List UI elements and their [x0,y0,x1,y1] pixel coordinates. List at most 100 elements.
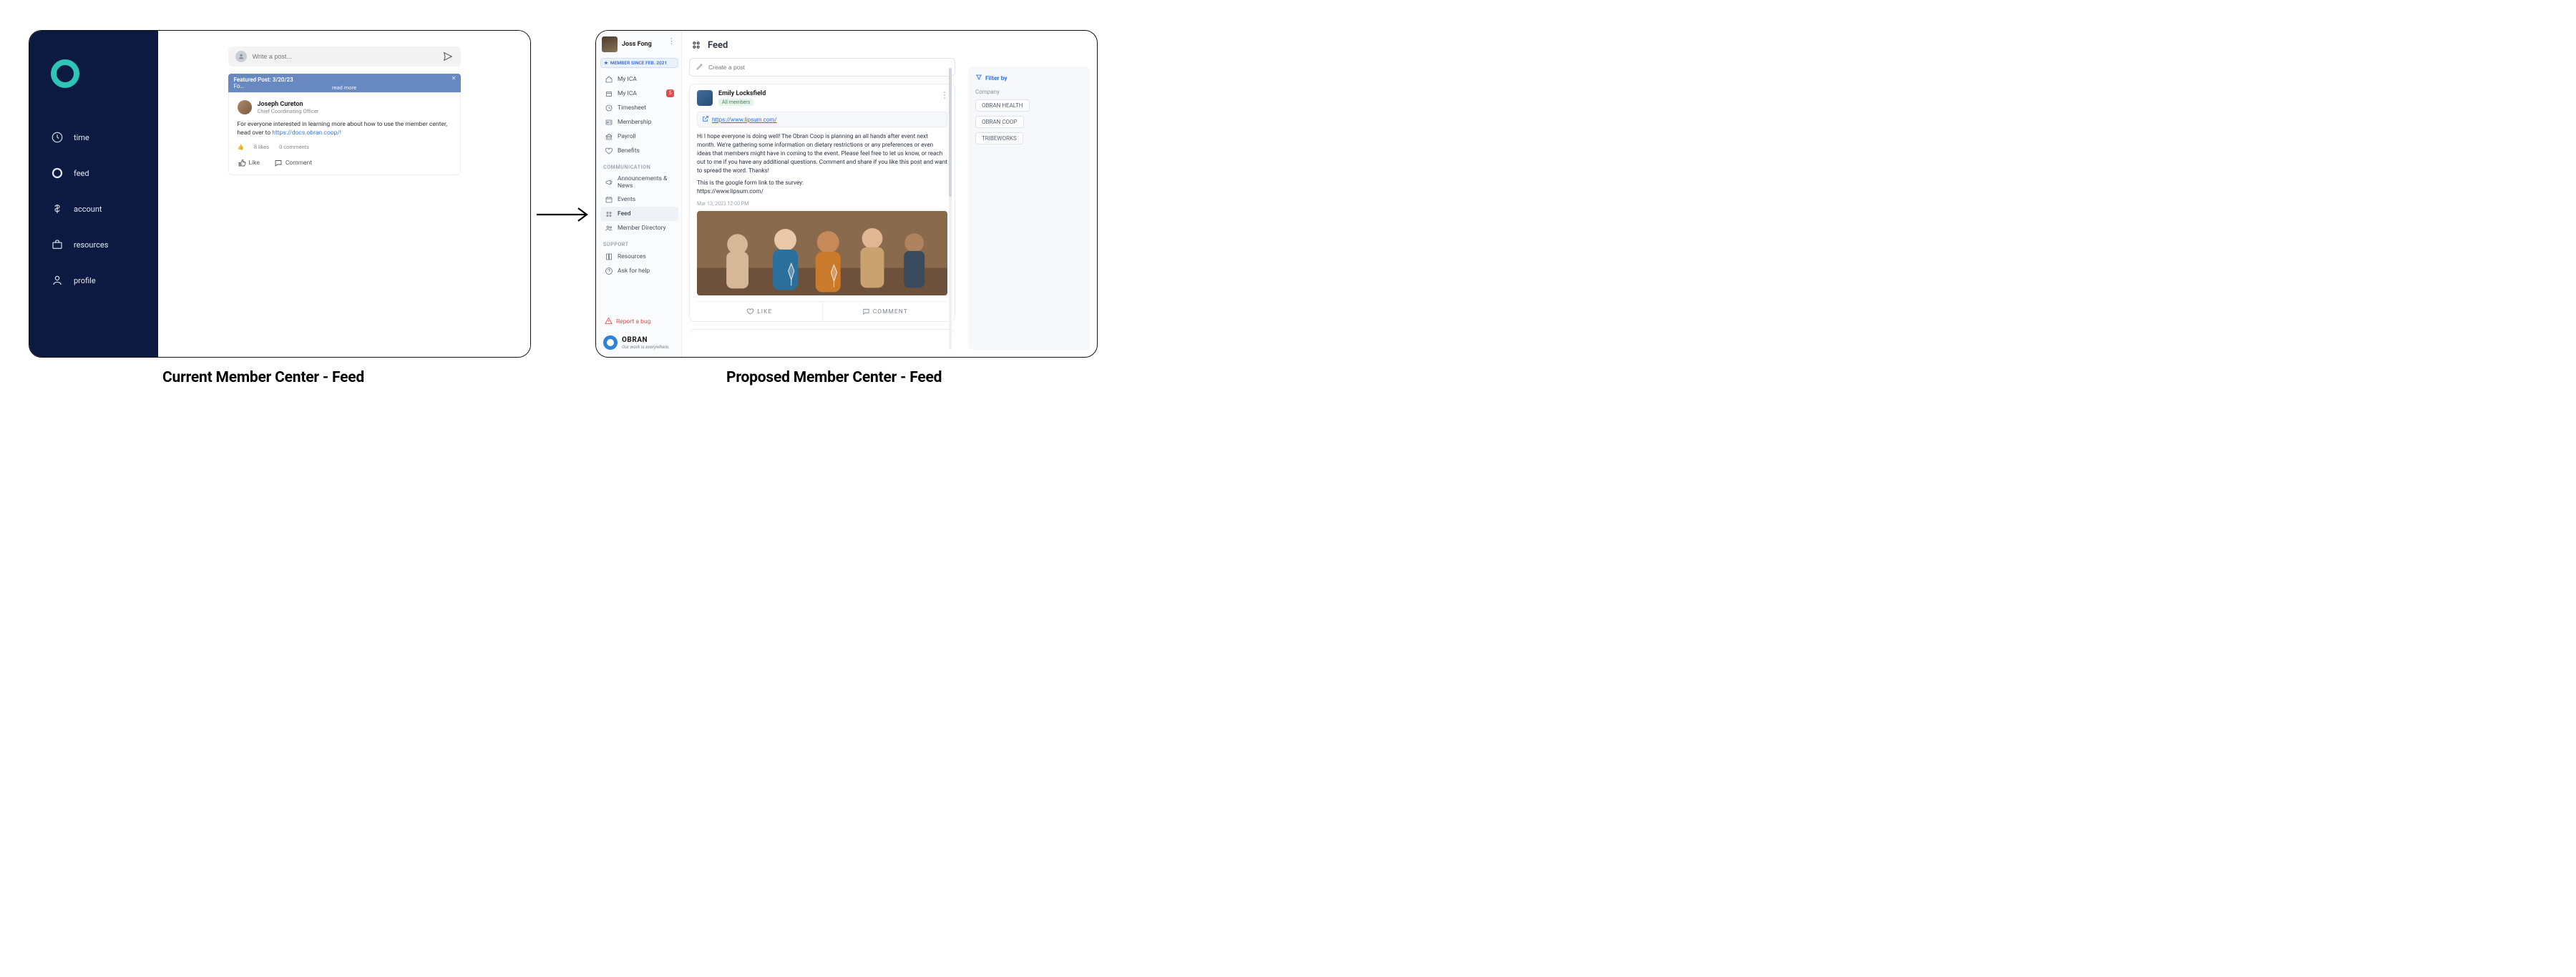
post-image[interactable] [697,211,947,295]
like-button[interactable]: LIKE [697,302,823,321]
nav-time[interactable]: time [51,131,158,144]
featured-banner[interactable]: Featured Post: 3/20/23 Fo... read more ✕ [228,74,461,92]
scrollbar-thumb[interactable] [949,68,952,197]
nav-member-directory[interactable]: Member Directory [600,221,678,235]
user-avatar [602,36,618,52]
book-icon [605,252,613,261]
post-card: Joseph Cureton Chief Coordinating Office… [228,92,461,175]
post-card: Emily Locksfield All members ⋮ https://w… [689,84,955,322]
comment-button[interactable]: COMMENT [823,302,948,321]
link-preview[interactable]: https://www.lipsum.com/ [697,112,947,127]
post-link[interactable]: https://docs.obran.coop/! [272,129,341,137]
nav-payroll[interactable]: Payroll [600,129,678,144]
close-icon[interactable]: ✕ [452,75,457,82]
clock-icon [605,104,613,112]
nav-label: feed [74,169,89,178]
briefcase-icon [51,238,64,251]
post-body: For everyone interested in learning more… [238,120,452,138]
nav-profile[interactable]: profile [51,274,158,287]
featured-title: Featured Post: 3/20/23 [234,77,455,83]
feed-icon [691,39,702,51]
nav-events[interactable]: Events [600,192,678,207]
box-icon [605,89,613,98]
brand-footer: OBRAN Our work is everywhere. [600,330,678,353]
nav-resources[interactable]: Resources [600,250,678,264]
compose-input[interactable] [253,53,436,60]
users-icon [605,224,613,232]
comments-count: 0 comments [279,144,309,150]
section-communication: COMMUNICATION [603,164,678,170]
user-name: Joss Fong [622,41,652,48]
nav-account[interactable]: account [51,202,158,215]
nav-announcements[interactable]: Announcements & News [600,172,678,192]
nav-feed[interactable]: feed [51,167,158,180]
circle-icon [51,167,64,180]
compose-box[interactable] [689,58,955,77]
sidebar-nav: My ICA My ICA 5 Timesheet Membership Pay… [600,72,678,308]
notification-badge: 5 [666,89,674,97]
nav-ask-help[interactable]: Ask for help [600,264,678,278]
nav-resources[interactable]: resources [51,238,158,251]
caption-proposed: Proposed Member Center - Feed [726,369,942,386]
bank-icon [605,132,613,141]
dollar-icon [51,202,64,215]
brand-tagline: Our work is everywhere. [622,344,670,350]
post-author[interactable]: Joseph Cureton [258,101,319,108]
proposed-sidebar: Joss Fong ⋮ ★ MEMBER SINCE FEB. 2021 My … [596,31,682,357]
nav-my-ica-2[interactable]: My ICA 5 [600,87,678,101]
report-bug-link[interactable]: Report a bug [600,314,678,330]
sidebar-user[interactable]: Joss Fong ⋮ [600,35,678,57]
obran-logo-icon [51,59,79,88]
read-more-link[interactable]: read more [332,84,356,91]
kebab-icon[interactable]: ⋮ [668,36,675,46]
section-support: SUPPORT [603,241,678,247]
filter-sidebar: Filter by Company OBRAN HEALTH OBRAN COO… [968,67,1090,350]
post-stats: 👍 8 likes 0 comments [238,144,452,150]
post-author[interactable]: Emily Locksfield [718,90,766,97]
filter-chip-obran-health[interactable]: OBRAN HEALTH [975,99,1030,112]
nav-membership[interactable]: Membership [600,115,678,129]
arrow-icon [535,204,592,225]
post-card: Emily Locksfield All members ⋮ https://w… [689,329,955,333]
calendar-icon [605,195,613,204]
nav-feed[interactable]: Feed [600,207,678,221]
filter-chip-obran-coop[interactable]: OBRAN COOP [975,116,1024,128]
pencil-icon [696,62,704,73]
current-member-center: time feed account resources profile [29,30,531,358]
post-body: Hi I hope everyone is doing well! The Ob… [697,133,947,197]
thumbs-up-icon: 👍 [238,144,244,150]
filter-chip-tribeworks[interactable]: TRIBEWORKS [975,132,1023,144]
nav-my-ica[interactable]: My ICA [600,72,678,87]
warning-icon [605,317,613,327]
user-icon [51,274,64,287]
external-link-icon [702,115,709,124]
like-button[interactable]: Like [238,159,260,167]
page-title: Feed [689,36,955,58]
post-author-role: Chief Coordinating Officer [258,108,319,114]
heart-icon [605,147,613,155]
send-icon[interactable] [442,51,454,62]
filter-group-company: Company [975,89,1083,95]
id-icon [605,118,613,127]
nav-timesheet[interactable]: Timesheet [600,101,678,115]
comment-button[interactable]: Comment [274,159,312,167]
author-avatar[interactable] [238,100,252,114]
post-timestamp: Mar 13, 2023 12:00 PM [697,201,947,207]
megaphone-icon [605,178,613,187]
filter-heading[interactable]: Filter by [975,74,1083,83]
feed-icon [605,210,613,218]
post-link[interactable]: https://www.lipsum.com/ [712,117,777,123]
compose-box[interactable] [228,46,461,67]
compose-input[interactable] [708,64,949,71]
nav-benefits[interactable]: Benefits [600,144,678,158]
kebab-icon[interactable]: ⋮ [940,90,949,100]
proposed-member-center: Joss Fong ⋮ ★ MEMBER SINCE FEB. 2021 My … [595,30,1098,358]
clock-icon [51,131,64,144]
obran-logo-icon [603,335,618,350]
author-avatar[interactable] [697,90,713,106]
star-icon: ★ [604,60,608,66]
member-since-badge: ★ MEMBER SINCE FEB. 2021 [600,58,678,68]
user-avatar-icon [235,51,247,62]
scrollbar-track[interactable] [949,68,952,350]
nav-label: resources [74,240,108,250]
